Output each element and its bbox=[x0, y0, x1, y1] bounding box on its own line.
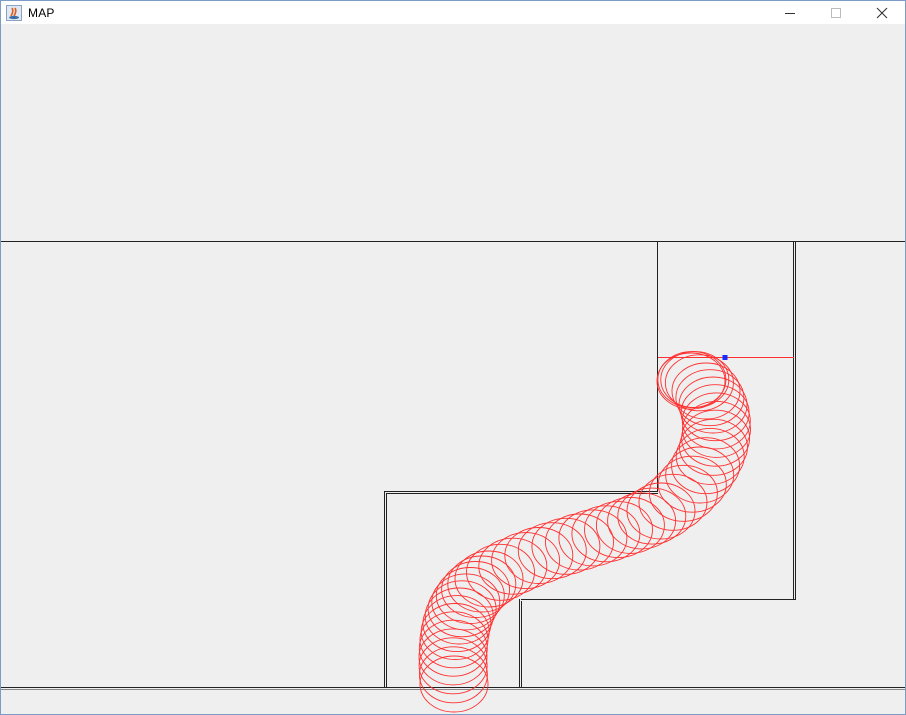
target-marker bbox=[722, 355, 728, 360]
close-icon bbox=[876, 7, 888, 18]
map-drawing bbox=[1, 241, 905, 713]
path-circle bbox=[419, 655, 489, 713]
minimize-icon bbox=[785, 12, 795, 14]
robot-path bbox=[418, 351, 751, 713]
map-canvas[interactable] bbox=[1, 24, 905, 714]
window-controls bbox=[767, 1, 905, 24]
window-title: MAP bbox=[28, 5, 55, 20]
maximize-button[interactable] bbox=[813, 1, 859, 24]
close-button[interactable] bbox=[859, 1, 905, 24]
minimize-button[interactable] bbox=[767, 1, 813, 24]
path-circle bbox=[431, 573, 501, 631]
path-circle bbox=[626, 482, 696, 540]
path-circle bbox=[678, 376, 748, 434]
maximize-icon bbox=[831, 7, 841, 18]
title-bar[interactable]: MAP bbox=[1, 1, 905, 24]
path-circle bbox=[491, 532, 561, 590]
map-walls bbox=[1, 241, 905, 690]
path-circle bbox=[478, 537, 548, 595]
path-circle bbox=[504, 527, 574, 584]
path-circle bbox=[656, 352, 726, 410]
java-app-icon bbox=[6, 4, 22, 21]
app-window: MAP bbox=[0, 0, 906, 715]
path-circle bbox=[418, 646, 488, 704]
